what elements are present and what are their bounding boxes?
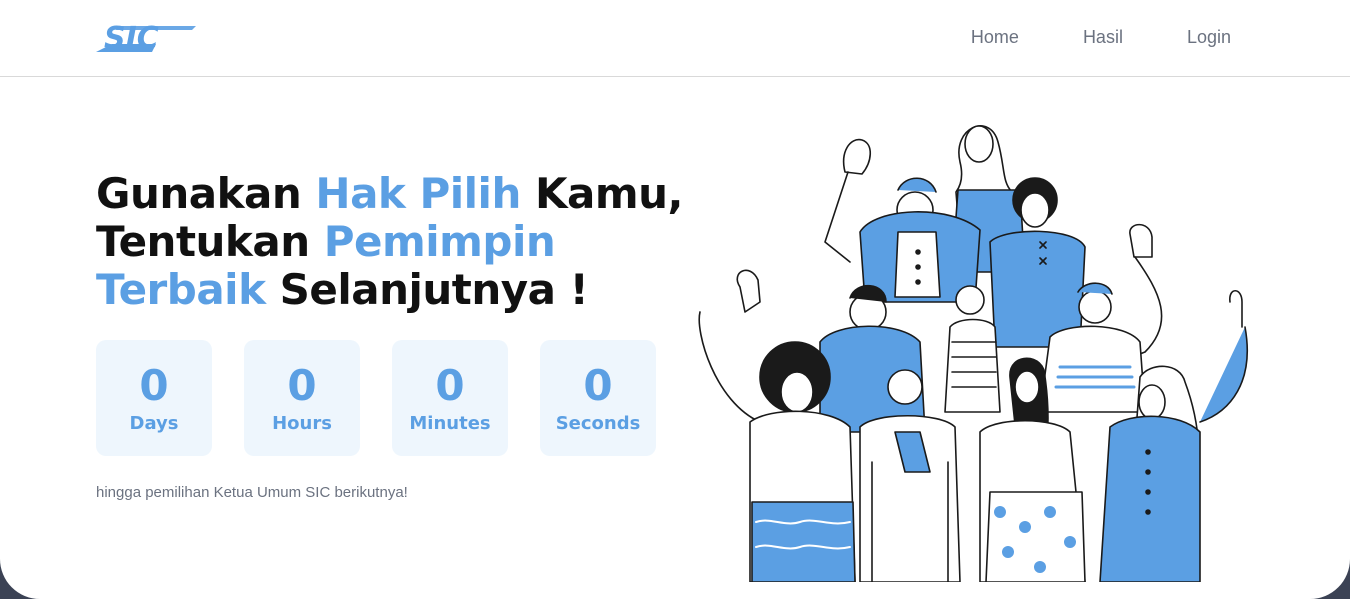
nav-login[interactable]: Login <box>1187 27 1231 48</box>
days-label: Days <box>129 412 179 434</box>
hours-value: 0 <box>287 360 317 410</box>
page: SIC Home Hasil Login Gunakan Hak Pilih K… <box>0 0 1350 599</box>
sic-logo[interactable]: SIC <box>96 22 200 54</box>
countdown-hours: 0 Hours <box>244 340 360 456</box>
days-value: 0 <box>139 360 169 410</box>
countdown-days: 0 Days <box>96 340 212 456</box>
hero-line1-accent: Hak Pilih <box>315 169 521 218</box>
countdown-seconds: 0 Seconds <box>540 340 656 456</box>
hero-line2-accent: Pemimpin <box>323 217 556 266</box>
countdown-caption: hingga pemilihan Ketua Umum SIC berikutn… <box>96 484 408 501</box>
crowd-illustration <box>698 125 1249 582</box>
hero-line2-a: Tentukan <box>96 217 324 266</box>
countdown: 0 Days 0 Hours 0 Minutes 0 Seconds <box>96 340 688 456</box>
hero-line1-b: Kamu, <box>520 169 684 218</box>
seconds-label: Seconds <box>555 412 641 434</box>
hero-line3-b: Selanjutnya ! <box>265 265 589 314</box>
minutes-value: 0 <box>435 360 465 410</box>
hero-line3-accent: Terbaik <box>96 265 266 314</box>
minutes-label: Minutes <box>409 412 491 434</box>
navbar: SIC Home Hasil Login <box>0 0 1350 77</box>
nav-links: Home Hasil Login <box>907 27 1231 48</box>
hero-line1-a: Gunakan <box>96 169 316 218</box>
hours-label: Hours <box>272 412 332 434</box>
nav-home[interactable]: Home <box>971 27 1019 48</box>
seconds-value: 0 <box>583 360 613 410</box>
nav-hasil[interactable]: Hasil <box>1083 27 1123 48</box>
countdown-minutes: 0 Minutes <box>392 340 508 456</box>
hero-title: Gunakan Hak Pilih Kamu, Tentukan Pemimpi… <box>96 170 696 314</box>
